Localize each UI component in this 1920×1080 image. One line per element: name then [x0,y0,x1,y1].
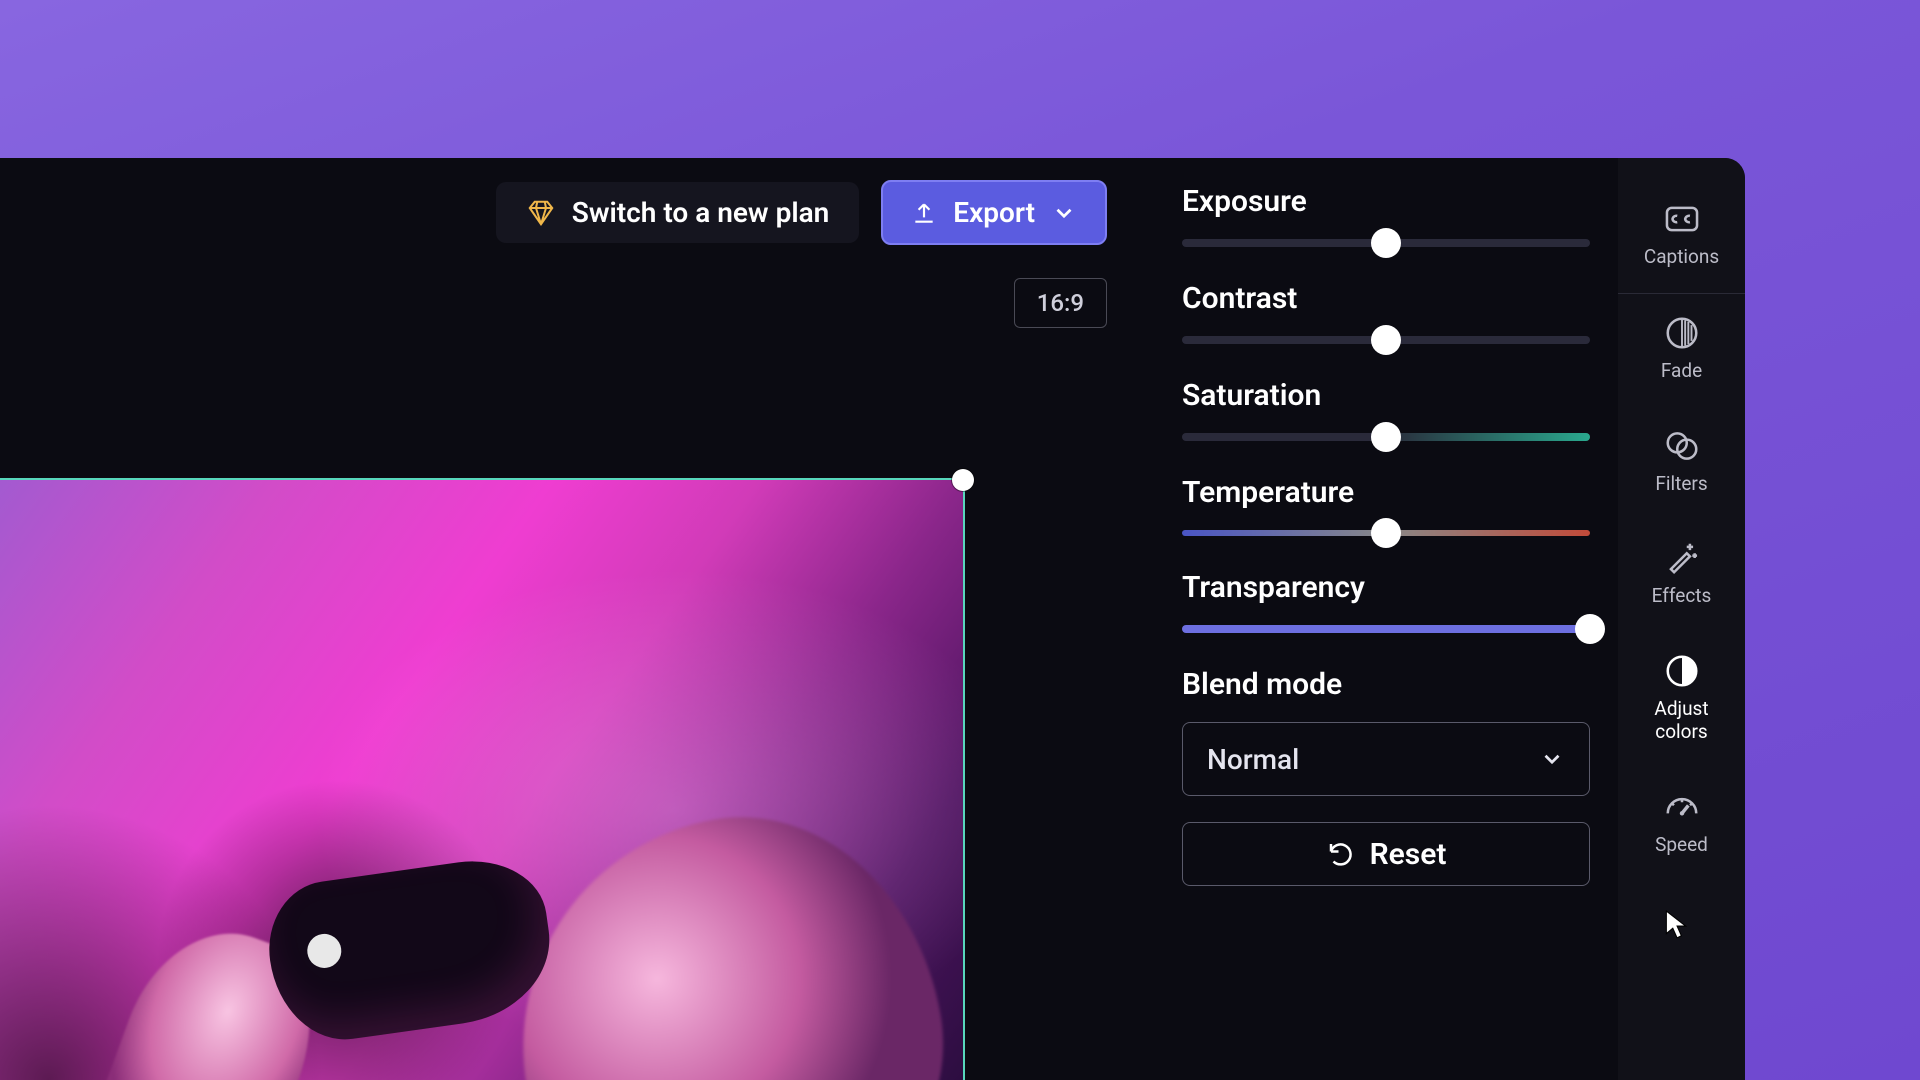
rail-label: Adjust colors [1654,698,1708,744]
rail-item-fade[interactable]: Fade [1618,294,1745,407]
rail-item-speed[interactable]: Speed [1618,768,1745,881]
blend-mode-value: Normal [1207,743,1299,776]
undo-icon [1326,839,1356,869]
switch-plan-button[interactable]: Switch to a new plan [496,182,860,243]
saturation-thumb[interactable] [1371,422,1401,452]
speed-icon [1663,788,1701,826]
rail-item-captions[interactable]: Captions [1618,180,1745,294]
temperature-control: Temperature [1182,475,1590,536]
reset-label: Reset [1370,837,1447,872]
contrast-slider[interactable] [1182,336,1590,344]
transparency-slider[interactable] [1182,625,1590,633]
rail-label: Effects [1652,585,1712,608]
temperature-label: Temperature [1182,475,1590,510]
preview-content [260,851,560,1048]
captions-icon [1663,200,1701,238]
crop-handle-top-right[interactable] [952,469,974,491]
contrast-control: Contrast [1182,281,1590,344]
rail-item-filters[interactable]: Filters [1618,407,1745,520]
switch-plan-label: Switch to a new plan [572,196,830,229]
exposure-slider[interactable] [1182,239,1590,247]
export-button[interactable]: Export [881,180,1107,245]
fade-icon [1663,314,1701,352]
rail-item-adjust-colors[interactable]: Adjust colors [1618,632,1745,768]
upload-icon [911,200,937,226]
app-window: Switch to a new plan Export 16:9 Exposur… [0,158,1745,1080]
rail-item-effects[interactable]: Effects [1618,519,1745,632]
transparency-label: Transparency [1182,570,1590,605]
adjust-colors-panel: Exposure Contrast Saturation Temperature [1140,158,1618,1080]
transparency-control: Transparency [1182,570,1590,633]
blend-mode-select[interactable]: Normal [1182,722,1590,796]
effects-icon [1663,539,1701,577]
adjust-colors-icon [1663,652,1701,690]
rail-label: Filters [1655,473,1707,496]
aspect-ratio-selector[interactable]: 16:9 [1014,278,1107,328]
contrast-label: Contrast [1182,281,1590,316]
diamond-icon [526,198,556,228]
video-preview[interactable] [0,478,965,1080]
exposure-control: Exposure [1182,184,1590,247]
tool-rail: Captions Fade Filters Effects [1618,158,1745,1080]
exposure-thumb[interactable] [1371,228,1401,258]
chevron-down-icon [1051,200,1077,226]
saturation-control: Saturation [1182,378,1590,441]
filters-icon [1663,427,1701,465]
rail-label: Speed [1655,834,1708,857]
export-label: Export [953,196,1035,229]
top-bar: Switch to a new plan Export [496,180,1107,245]
temperature-slider[interactable] [1182,530,1590,536]
rail-label: Fade [1661,360,1702,383]
exposure-label: Exposure [1182,184,1590,219]
preview-content [487,787,974,1080]
saturation-slider[interactable] [1182,433,1590,441]
temperature-thumb[interactable] [1371,518,1401,548]
rail-label: Captions [1644,246,1719,269]
chevron-down-icon [1539,746,1565,772]
contrast-thumb[interactable] [1371,325,1401,355]
transparency-thumb[interactable] [1575,614,1605,644]
saturation-label: Saturation [1182,378,1590,413]
reset-button[interactable]: Reset [1182,822,1590,886]
aspect-ratio-value: 16:9 [1037,289,1084,317]
mouse-cursor [1665,910,1687,940]
blend-mode-label: Blend mode [1182,667,1590,702]
